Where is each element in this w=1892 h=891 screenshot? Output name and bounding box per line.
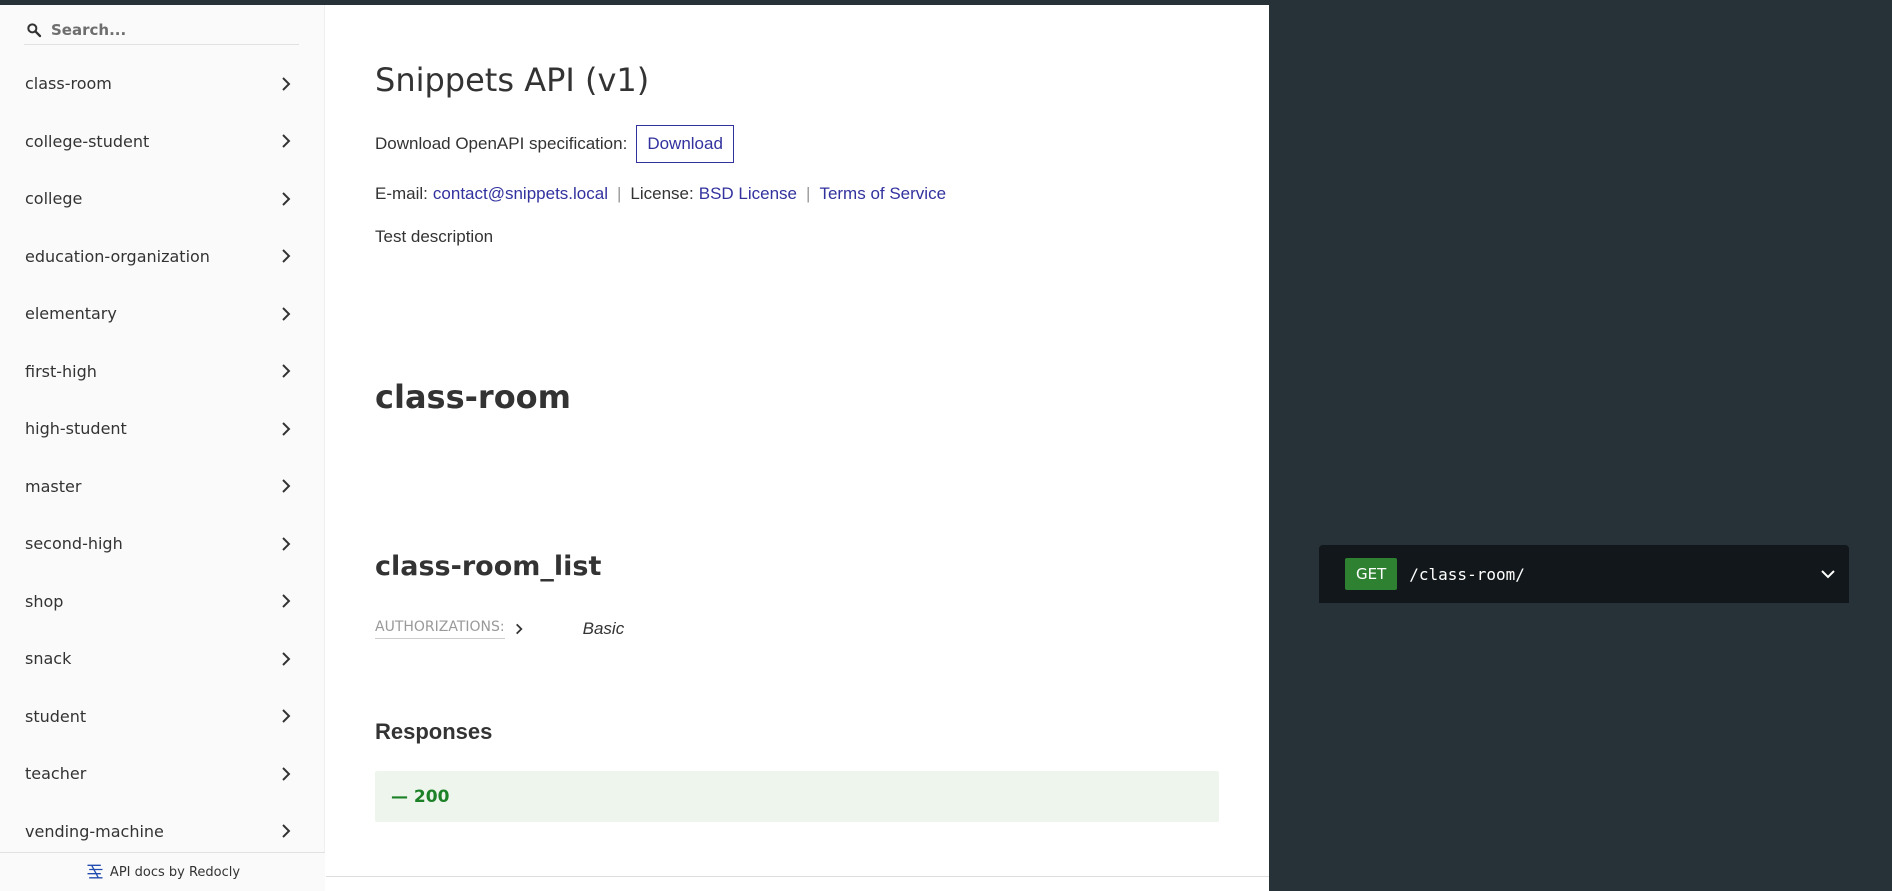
chevron-right-icon xyxy=(282,594,291,608)
main-content: Snippets API (v1) Download OpenAPI speci… xyxy=(326,5,1269,891)
sidebar-item-label: first-high xyxy=(25,361,97,381)
auth-value: Basic xyxy=(582,619,625,638)
chevron-right-icon xyxy=(282,709,291,723)
redocly-logo-icon xyxy=(87,864,103,879)
sidebar-item-label: teacher xyxy=(25,764,87,784)
sidebar-item-student[interactable]: student xyxy=(0,688,325,746)
sidebar-item-label: elementary xyxy=(25,304,117,324)
chevron-right-icon xyxy=(282,77,291,91)
search-box xyxy=(24,15,299,45)
sidebar-item-class-room[interactable]: class-room xyxy=(0,55,325,113)
responses-heading: Responses xyxy=(375,719,493,744)
sidebar-item-label: high-student xyxy=(25,419,127,439)
sidebar-item-first-high[interactable]: first-high xyxy=(0,343,325,401)
sidebar-item-shop[interactable]: shop xyxy=(0,573,325,631)
api-description: Test description xyxy=(375,227,494,246)
sidebar-item-label: college xyxy=(25,189,83,209)
chevron-right-icon xyxy=(282,537,291,551)
license-label: License: xyxy=(630,184,694,203)
response-200-button[interactable]: — 200 xyxy=(375,771,1219,822)
search-input[interactable] xyxy=(51,20,291,39)
download-label: Download OpenAPI specification: xyxy=(375,134,628,153)
email-link[interactable]: contact@snippets.local xyxy=(433,184,608,204)
chevron-right-icon xyxy=(282,824,291,838)
sidebar-item-label: master xyxy=(25,476,82,496)
sidebar-nav: class-room college-student college educa… xyxy=(0,55,325,860)
download-row: Download OpenAPI specification: Download xyxy=(375,125,734,163)
search-icon xyxy=(27,22,42,37)
download-button[interactable]: Download xyxy=(636,125,734,163)
sidebar: class-room college-student college educa… xyxy=(0,5,325,891)
sidebar-item-high-student[interactable]: high-student xyxy=(0,400,325,458)
sidebar-item-college-student[interactable]: college-student xyxy=(0,113,325,171)
chevron-right-icon xyxy=(282,364,291,378)
separator: | xyxy=(616,184,622,203)
chevron-right-icon[interactable] xyxy=(512,622,526,636)
sidebar-item-snack[interactable]: snack xyxy=(0,630,325,688)
license-link[interactable]: BSD License xyxy=(699,184,797,204)
chevron-right-icon xyxy=(282,307,291,321)
chevron-right-icon xyxy=(282,422,291,436)
right-panel: GET /class-room/ xyxy=(1269,5,1892,891)
page-title: Snippets API (v1) xyxy=(375,61,650,99)
separator: | xyxy=(806,184,811,203)
sidebar-item-label: education-organization xyxy=(25,246,210,266)
authorizations-row: AUTHORIZATIONS: Basic xyxy=(375,619,624,639)
sidebar-item-master[interactable]: master xyxy=(0,458,325,516)
sidebar-item-teacher[interactable]: teacher xyxy=(0,745,325,803)
chevron-right-icon xyxy=(282,652,291,666)
sidebar-item-label: second-high xyxy=(25,534,123,554)
redocly-link-label: API docs by Redocly xyxy=(109,864,241,880)
sidebar-item-label: snack xyxy=(25,649,72,669)
chevron-right-icon xyxy=(282,134,291,148)
http-method-badge: GET xyxy=(1345,558,1398,590)
authorizations-toggle[interactable]: AUTHORIZATIONS: xyxy=(375,619,505,639)
sidebar-item-label: shop xyxy=(25,591,64,611)
chevron-right-icon xyxy=(282,249,291,263)
sidebar-item-label: student xyxy=(25,706,87,726)
sidebar-item-label: college-student xyxy=(25,131,150,151)
chevron-right-icon xyxy=(282,479,291,493)
operation-title: class-room_list xyxy=(375,551,602,582)
divider xyxy=(326,876,1269,877)
chevron-down-icon xyxy=(1821,570,1835,579)
chevron-right-icon xyxy=(282,767,291,781)
terms-link[interactable]: Terms of Service xyxy=(819,184,946,204)
endpoint-path: /class-room/ xyxy=(1409,564,1525,584)
sidebar-item-elementary[interactable]: elementary xyxy=(0,285,325,343)
sidebar-item-label: vending-machine xyxy=(25,821,164,841)
sidebar-item-college[interactable]: college xyxy=(0,170,325,228)
response-200-label: — 200 xyxy=(391,786,450,807)
sidebar-item-second-high[interactable]: second-high xyxy=(0,515,325,573)
chevron-right-icon xyxy=(282,192,291,206)
section-title: class-room xyxy=(375,378,571,416)
endpoint-toggle[interactable]: GET /class-room/ xyxy=(1319,545,1849,603)
redocly-link[interactable]: API docs by Redocly xyxy=(0,852,325,891)
email-label: E-mail: xyxy=(375,184,428,203)
contact-info: E-mail: contact@snippets.local | License… xyxy=(375,184,946,204)
sidebar-item-education-organization[interactable]: education-organization xyxy=(0,228,325,286)
sidebar-item-label: class-room xyxy=(25,74,112,94)
